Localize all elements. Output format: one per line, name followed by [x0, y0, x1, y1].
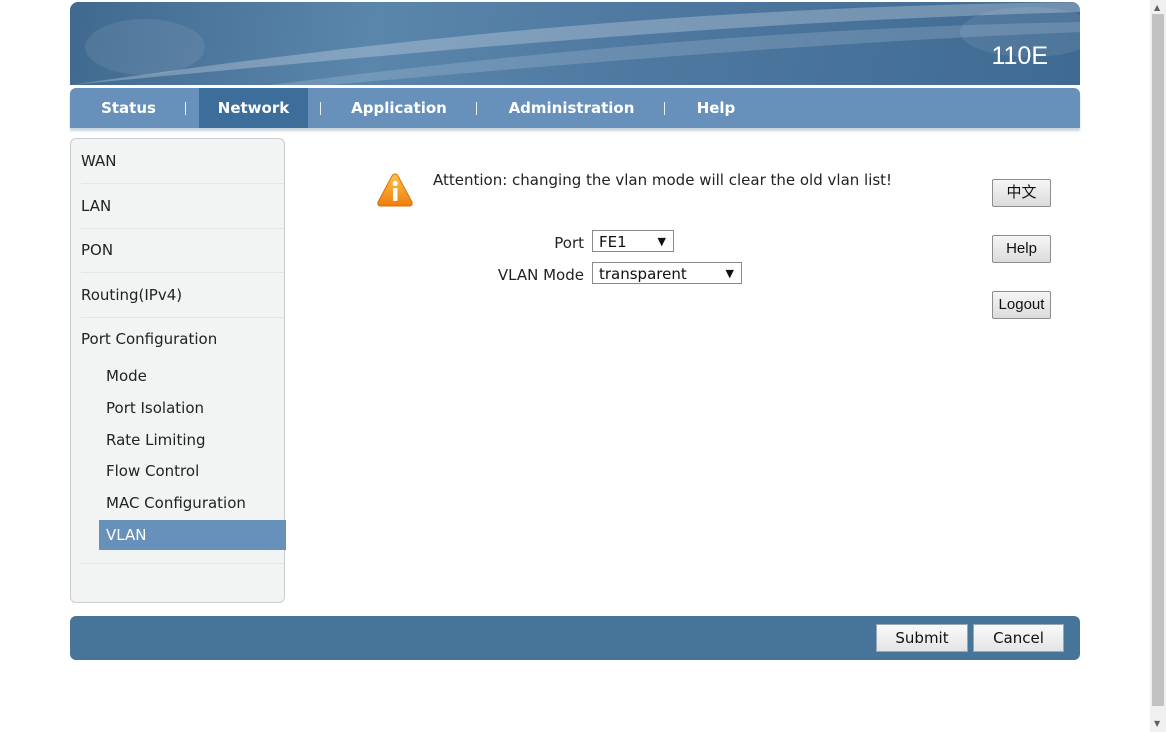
sidebar-divider	[81, 563, 284, 564]
warning-icon	[377, 173, 413, 207]
sidebar: WAN LAN PON Routing(IPv4) Port Configura…	[70, 138, 286, 603]
sidebar-item-port-configuration[interactable]: Port Configuration	[81, 317, 284, 361]
dropdown-arrow-icon: ▼	[657, 235, 666, 248]
nav-application[interactable]: Application	[334, 88, 464, 128]
model-name: 110E	[991, 42, 1048, 70]
sidebar-sub-vlan[interactable]: VLAN	[99, 520, 286, 550]
nav-status[interactable]: Status	[82, 88, 175, 128]
vlan-mode-select-value: transparent	[599, 265, 687, 283]
sidebar-sub-mac-configuration[interactable]: MAC Configuration	[99, 488, 286, 518]
cancel-button[interactable]: Cancel	[973, 624, 1064, 652]
sidebar-sub-port-isolation[interactable]: Port Isolation	[99, 393, 286, 423]
nav-separator	[185, 102, 186, 115]
vertical-scrollbar[interactable]: ▲ ▼	[1150, 0, 1166, 732]
nav-separator	[476, 102, 477, 115]
vlan-mode-label: VLAN Mode	[497, 266, 584, 284]
vlan-mode-select[interactable]: transparent ▼	[592, 262, 742, 284]
sidebar-item-lan[interactable]: LAN	[81, 184, 284, 229]
sidebar-item-wan[interactable]: WAN	[81, 139, 284, 184]
nav-separator	[664, 102, 665, 115]
main-nav: Status Network Application Administratio…	[70, 88, 1080, 128]
language-button[interactable]: 中文	[992, 179, 1051, 207]
attention-message: Attention: changing the vlan mode will c…	[433, 171, 893, 189]
scroll-thumb[interactable]	[1152, 14, 1164, 706]
port-label: Port	[554, 234, 584, 252]
logout-button[interactable]: Logout	[992, 291, 1051, 319]
nav-administration[interactable]: Administration	[490, 88, 653, 128]
sidebar-sub-flow-control[interactable]: Flow Control	[99, 456, 286, 486]
port-select-value: FE1	[599, 233, 627, 251]
header-banner: 110E	[70, 2, 1080, 85]
nav-network[interactable]: Network	[199, 88, 308, 128]
sidebar-item-pon[interactable]: PON	[81, 228, 284, 273]
port-select[interactable]: FE1 ▼	[592, 230, 674, 252]
nav-separator	[320, 102, 321, 115]
help-button[interactable]: Help	[992, 235, 1051, 263]
banner-decoration	[70, 2, 1080, 85]
sidebar-sub-rate-limiting[interactable]: Rate Limiting	[99, 425, 286, 455]
footer-bar: Submit Cancel	[70, 616, 1080, 660]
sidebar-item-routing[interactable]: Routing(IPv4)	[81, 273, 284, 318]
scroll-up-arrow-icon[interactable]: ▲	[1154, 3, 1160, 12]
dropdown-arrow-icon: ▼	[725, 267, 734, 280]
nav-help[interactable]: Help	[678, 88, 754, 128]
scroll-down-arrow-icon[interactable]: ▼	[1154, 719, 1160, 728]
sidebar-sub-mode[interactable]: Mode	[99, 361, 286, 391]
submit-button[interactable]: Submit	[876, 624, 968, 652]
